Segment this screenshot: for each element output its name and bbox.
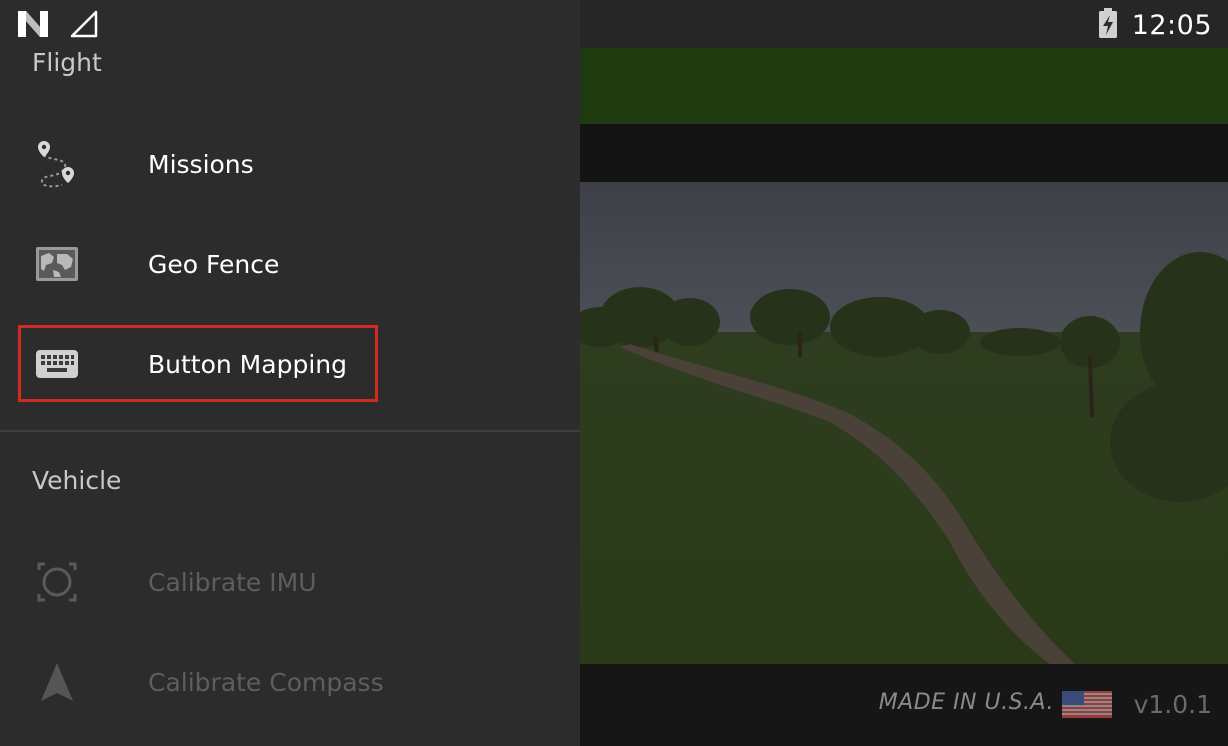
status-time: 12:05 xyxy=(1131,9,1212,41)
menu-item-missions[interactable]: Missions xyxy=(0,114,580,214)
top-green-bar xyxy=(580,48,1228,124)
menu-item-label: Calibrate IMU xyxy=(148,567,317,597)
camera-feed-image xyxy=(580,182,1228,664)
menu-item-calibrate-compass[interactable]: Calibrate Compass xyxy=(0,632,580,732)
route-pins-icon xyxy=(34,141,80,188)
made-in-usa-text: MADE IN U.S.A. xyxy=(878,690,1054,715)
divider xyxy=(0,430,580,432)
highlight-box xyxy=(18,325,378,402)
app-n-icon xyxy=(18,11,48,41)
section-title-flight: Flight xyxy=(32,48,102,77)
battery-charging-icon xyxy=(1098,8,1118,42)
menu-item-label: Geo Fence xyxy=(148,249,280,279)
menu-item-label: Calibrate Compass xyxy=(148,667,384,697)
signal-icon xyxy=(70,10,98,42)
map-icon xyxy=(34,241,80,287)
us-flag-icon xyxy=(1062,691,1112,718)
menu-item-geo-fence[interactable]: Geo Fence xyxy=(0,214,580,314)
compass-arrow-icon xyxy=(34,659,80,705)
toolbar-band xyxy=(580,124,1228,182)
navigation-drawer: Flight Missions Geo Fence Button Mapping… xyxy=(0,0,580,746)
version-label: v1.0.1 xyxy=(1133,690,1212,719)
app-background: MADE IN U.S.A. v1.0.1 xyxy=(580,0,1228,746)
menu-item-calibrate-imu[interactable]: Calibrate IMU xyxy=(0,532,580,632)
section-title-vehicle: Vehicle xyxy=(32,466,122,495)
imu-frame-icon xyxy=(34,559,80,605)
status-bar: 12:05 xyxy=(0,0,1228,48)
menu-item-label: Missions xyxy=(148,149,254,179)
